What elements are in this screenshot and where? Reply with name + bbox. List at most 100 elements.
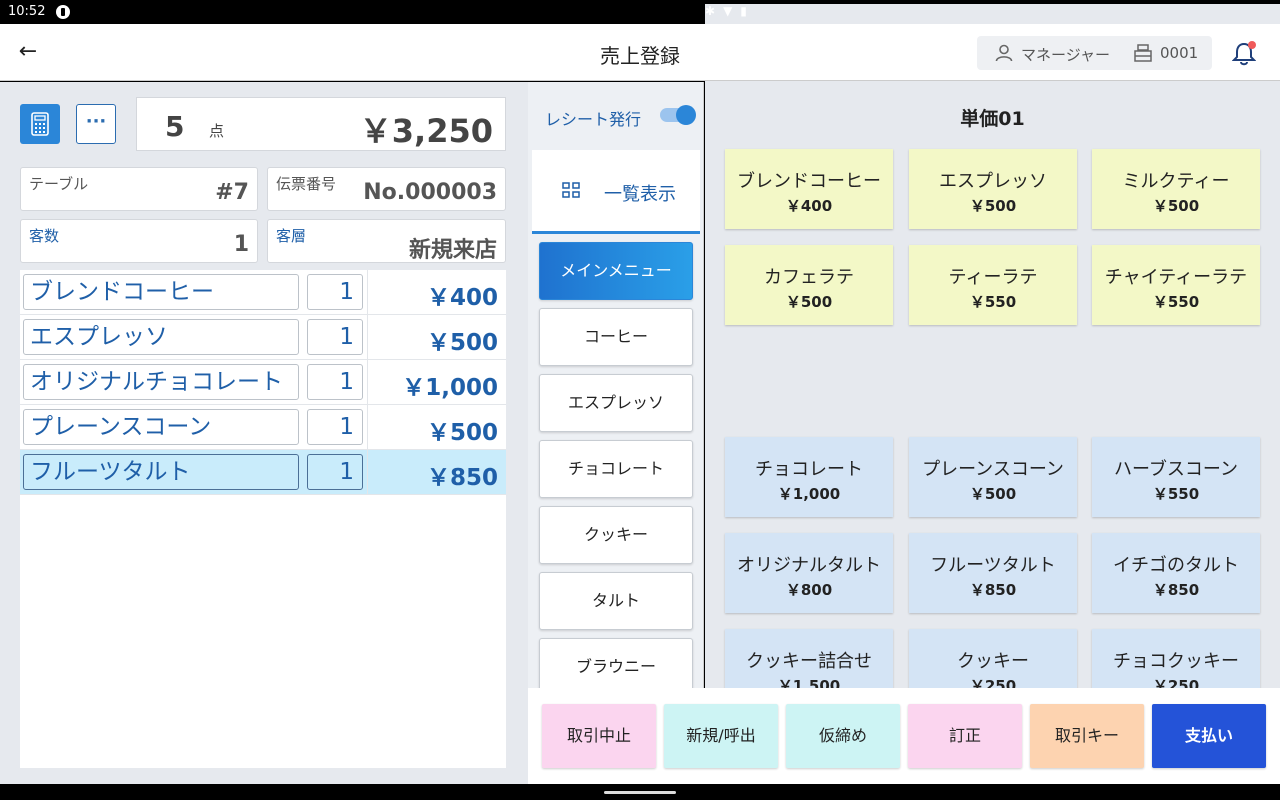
order-item-qty[interactable]: 1: [307, 409, 363, 445]
product-price: ￥250: [1152, 677, 1200, 688]
order-item-price: ￥1,000: [402, 375, 498, 401]
list-view-tab[interactable]: 一覧表示: [532, 150, 700, 234]
clock: 10:52: [8, 4, 46, 19]
product-button[interactable]: ティーラテ ￥550: [909, 245, 1077, 325]
category-button[interactable]: メインメニュー: [539, 242, 693, 300]
more-options-button[interactable]: ···: [76, 104, 116, 144]
product-name: チョコレート: [755, 459, 863, 480]
customer-type-value: 新規来店: [408, 238, 497, 263]
cash-register-icon: [1134, 44, 1152, 62]
product-button[interactable]: イチゴのタルト ￥850: [1092, 533, 1260, 613]
order-item-qty[interactable]: 1: [307, 454, 363, 490]
category-pane: レシート発行 一覧表示 メインメニュー コーヒーエスプレッソ チョコレート クッキータ…: [528, 82, 704, 696]
system-nav-bar: [0, 784, 1280, 800]
provisional-close-button[interactable]: 仮締め: [786, 704, 900, 768]
product-name: オリジナルタルト: [737, 555, 881, 576]
home-gesture-handle[interactable]: [604, 791, 676, 794]
ellipsis-icon: ···: [85, 111, 107, 132]
product-button[interactable]: チョコレート ￥1,000: [725, 437, 893, 517]
column-divider: [367, 405, 368, 449]
order-item-name[interactable]: フルーツタルト: [23, 454, 299, 490]
product-price: ￥550: [1152, 293, 1200, 311]
product-name: ティーラテ: [948, 267, 1038, 288]
slip-number-label: 伝票番号: [276, 175, 337, 193]
order-item-qty[interactable]: 1: [307, 319, 363, 355]
order-item-name[interactable]: オリジナルチョコレート: [23, 364, 299, 400]
order-item-name[interactable]: エスプレッソ: [23, 319, 299, 355]
product-button[interactable]: プレーンスコーン ￥500: [909, 437, 1077, 517]
product-price: ￥500: [969, 485, 1017, 503]
product-button[interactable]: オリジナルタルト ￥800: [725, 533, 893, 613]
order-item-qty[interactable]: 1: [307, 364, 363, 400]
order-item-row[interactable]: フルーツタルト 1 ￥850: [20, 450, 506, 495]
product-button[interactable]: ミルクティー ￥500: [1092, 149, 1260, 229]
order-item-row[interactable]: ブレンドコーヒー 1 ￥400: [20, 270, 506, 315]
transaction-key-button[interactable]: 取引キー: [1030, 704, 1144, 768]
item-count: 5: [165, 110, 185, 143]
correction-button[interactable]: 訂正: [908, 704, 1022, 768]
column-divider: [367, 270, 368, 314]
price-tier-title: 単価01: [960, 108, 1025, 130]
slip-number-field: 伝票番号 No.000003: [267, 167, 506, 211]
product-name: イチゴのタルト: [1113, 555, 1239, 576]
order-total: ￥3,250: [359, 112, 493, 150]
table-label: テーブル: [29, 175, 89, 193]
product-price: ￥500: [785, 293, 833, 311]
register-number: 0001: [1160, 44, 1199, 62]
order-item-qty[interactable]: 1: [307, 274, 363, 310]
order-item-price: ￥400: [426, 285, 498, 311]
product-price: ￥550: [1152, 485, 1200, 503]
table-field[interactable]: テーブル #7: [20, 167, 258, 211]
product-button[interactable]: エスプレッソ ￥500: [909, 149, 1077, 229]
order-item-name[interactable]: プレーンスコーン: [23, 409, 299, 445]
product-button[interactable]: クッキー詰合せ ￥1,500: [725, 629, 893, 688]
product-button[interactable]: ブレンドコーヒー ￥400: [725, 149, 893, 229]
category-button[interactable]: チョコレート: [539, 440, 693, 498]
guest-count-label: 客数: [29, 227, 60, 245]
product-price: ￥250: [969, 677, 1017, 688]
product-price: ￥500: [969, 197, 1017, 215]
payment-button[interactable]: 支払い: [1152, 704, 1266, 768]
receipt-label: レシート発行: [545, 110, 642, 129]
product-button[interactable]: フルーツタルト ￥850: [909, 533, 1077, 613]
person-icon: [995, 44, 1013, 62]
receipt-toggle[interactable]: [660, 105, 696, 125]
product-price: ￥1,000: [777, 485, 841, 503]
slip-number-value: No.000003: [363, 180, 497, 205]
new-recall-button[interactable]: 新規/呼出: [664, 704, 778, 768]
product-price: ￥850: [969, 581, 1017, 599]
order-item-row[interactable]: プレーンスコーン 1 ￥500: [20, 405, 506, 450]
user-register-info[interactable]: マネージャー 0001: [977, 36, 1212, 70]
customer-type-label: 客層: [276, 227, 307, 245]
notification-bell-icon[interactable]: [1232, 40, 1256, 66]
category-button[interactable]: タルト: [539, 572, 693, 630]
guest-count-field[interactable]: 客数 1: [20, 219, 258, 263]
product-button[interactable]: カフェラテ ￥500: [725, 245, 893, 325]
product-price: ￥400: [785, 197, 833, 215]
product-name: ハーブスコーン: [1113, 459, 1239, 480]
product-button[interactable]: チョコクッキー ￥250: [1092, 629, 1260, 688]
order-item-name[interactable]: ブレンドコーヒー: [23, 274, 299, 310]
customer-type-field[interactable]: 客層 新規来店: [267, 219, 506, 263]
product-button[interactable]: クッキー ￥250: [909, 629, 1077, 688]
order-pane: ··· 5 点 ￥3,250 テーブル #7 伝票番号 No.000003 客数…: [0, 82, 528, 784]
order-item-row[interactable]: エスプレッソ 1 ￥500: [20, 315, 506, 360]
order-item-price: ￥500: [426, 420, 498, 446]
product-button[interactable]: ハーブスコーン ￥550: [1092, 437, 1260, 517]
data-saver-icon: [56, 5, 70, 19]
order-item-row[interactable]: オリジナルチョコレート 1 ￥1,000: [20, 360, 506, 405]
category-button[interactable]: クッキー: [539, 506, 693, 564]
product-name: チョコクッキー: [1113, 651, 1239, 672]
system-status-bar: 10:52 ✱ ▼ ▮: [0, 0, 1280, 610]
product-name: カフェラテ: [764, 267, 854, 288]
order-item-list: ブレンドコーヒー 1 ￥400 エスプレッソ 1 ￥500 オリジナルチョコレート 1 ￥1,0…: [20, 270, 506, 768]
column-divider: [367, 360, 368, 404]
order-summary: 5 点 ￥3,250: [136, 97, 506, 151]
category-button[interactable]: コーヒー: [539, 308, 693, 366]
cancel-transaction-button[interactable]: 取引中止: [542, 704, 656, 768]
calculator-button[interactable]: [20, 104, 60, 144]
category-button[interactable]: エスプレッソ: [539, 374, 693, 432]
calculator-icon: [31, 112, 49, 136]
app-bar: ← 売上登録 マネージャー 0001: [0, 24, 1280, 81]
product-button[interactable]: チャイティーラテ ￥550: [1092, 245, 1260, 325]
